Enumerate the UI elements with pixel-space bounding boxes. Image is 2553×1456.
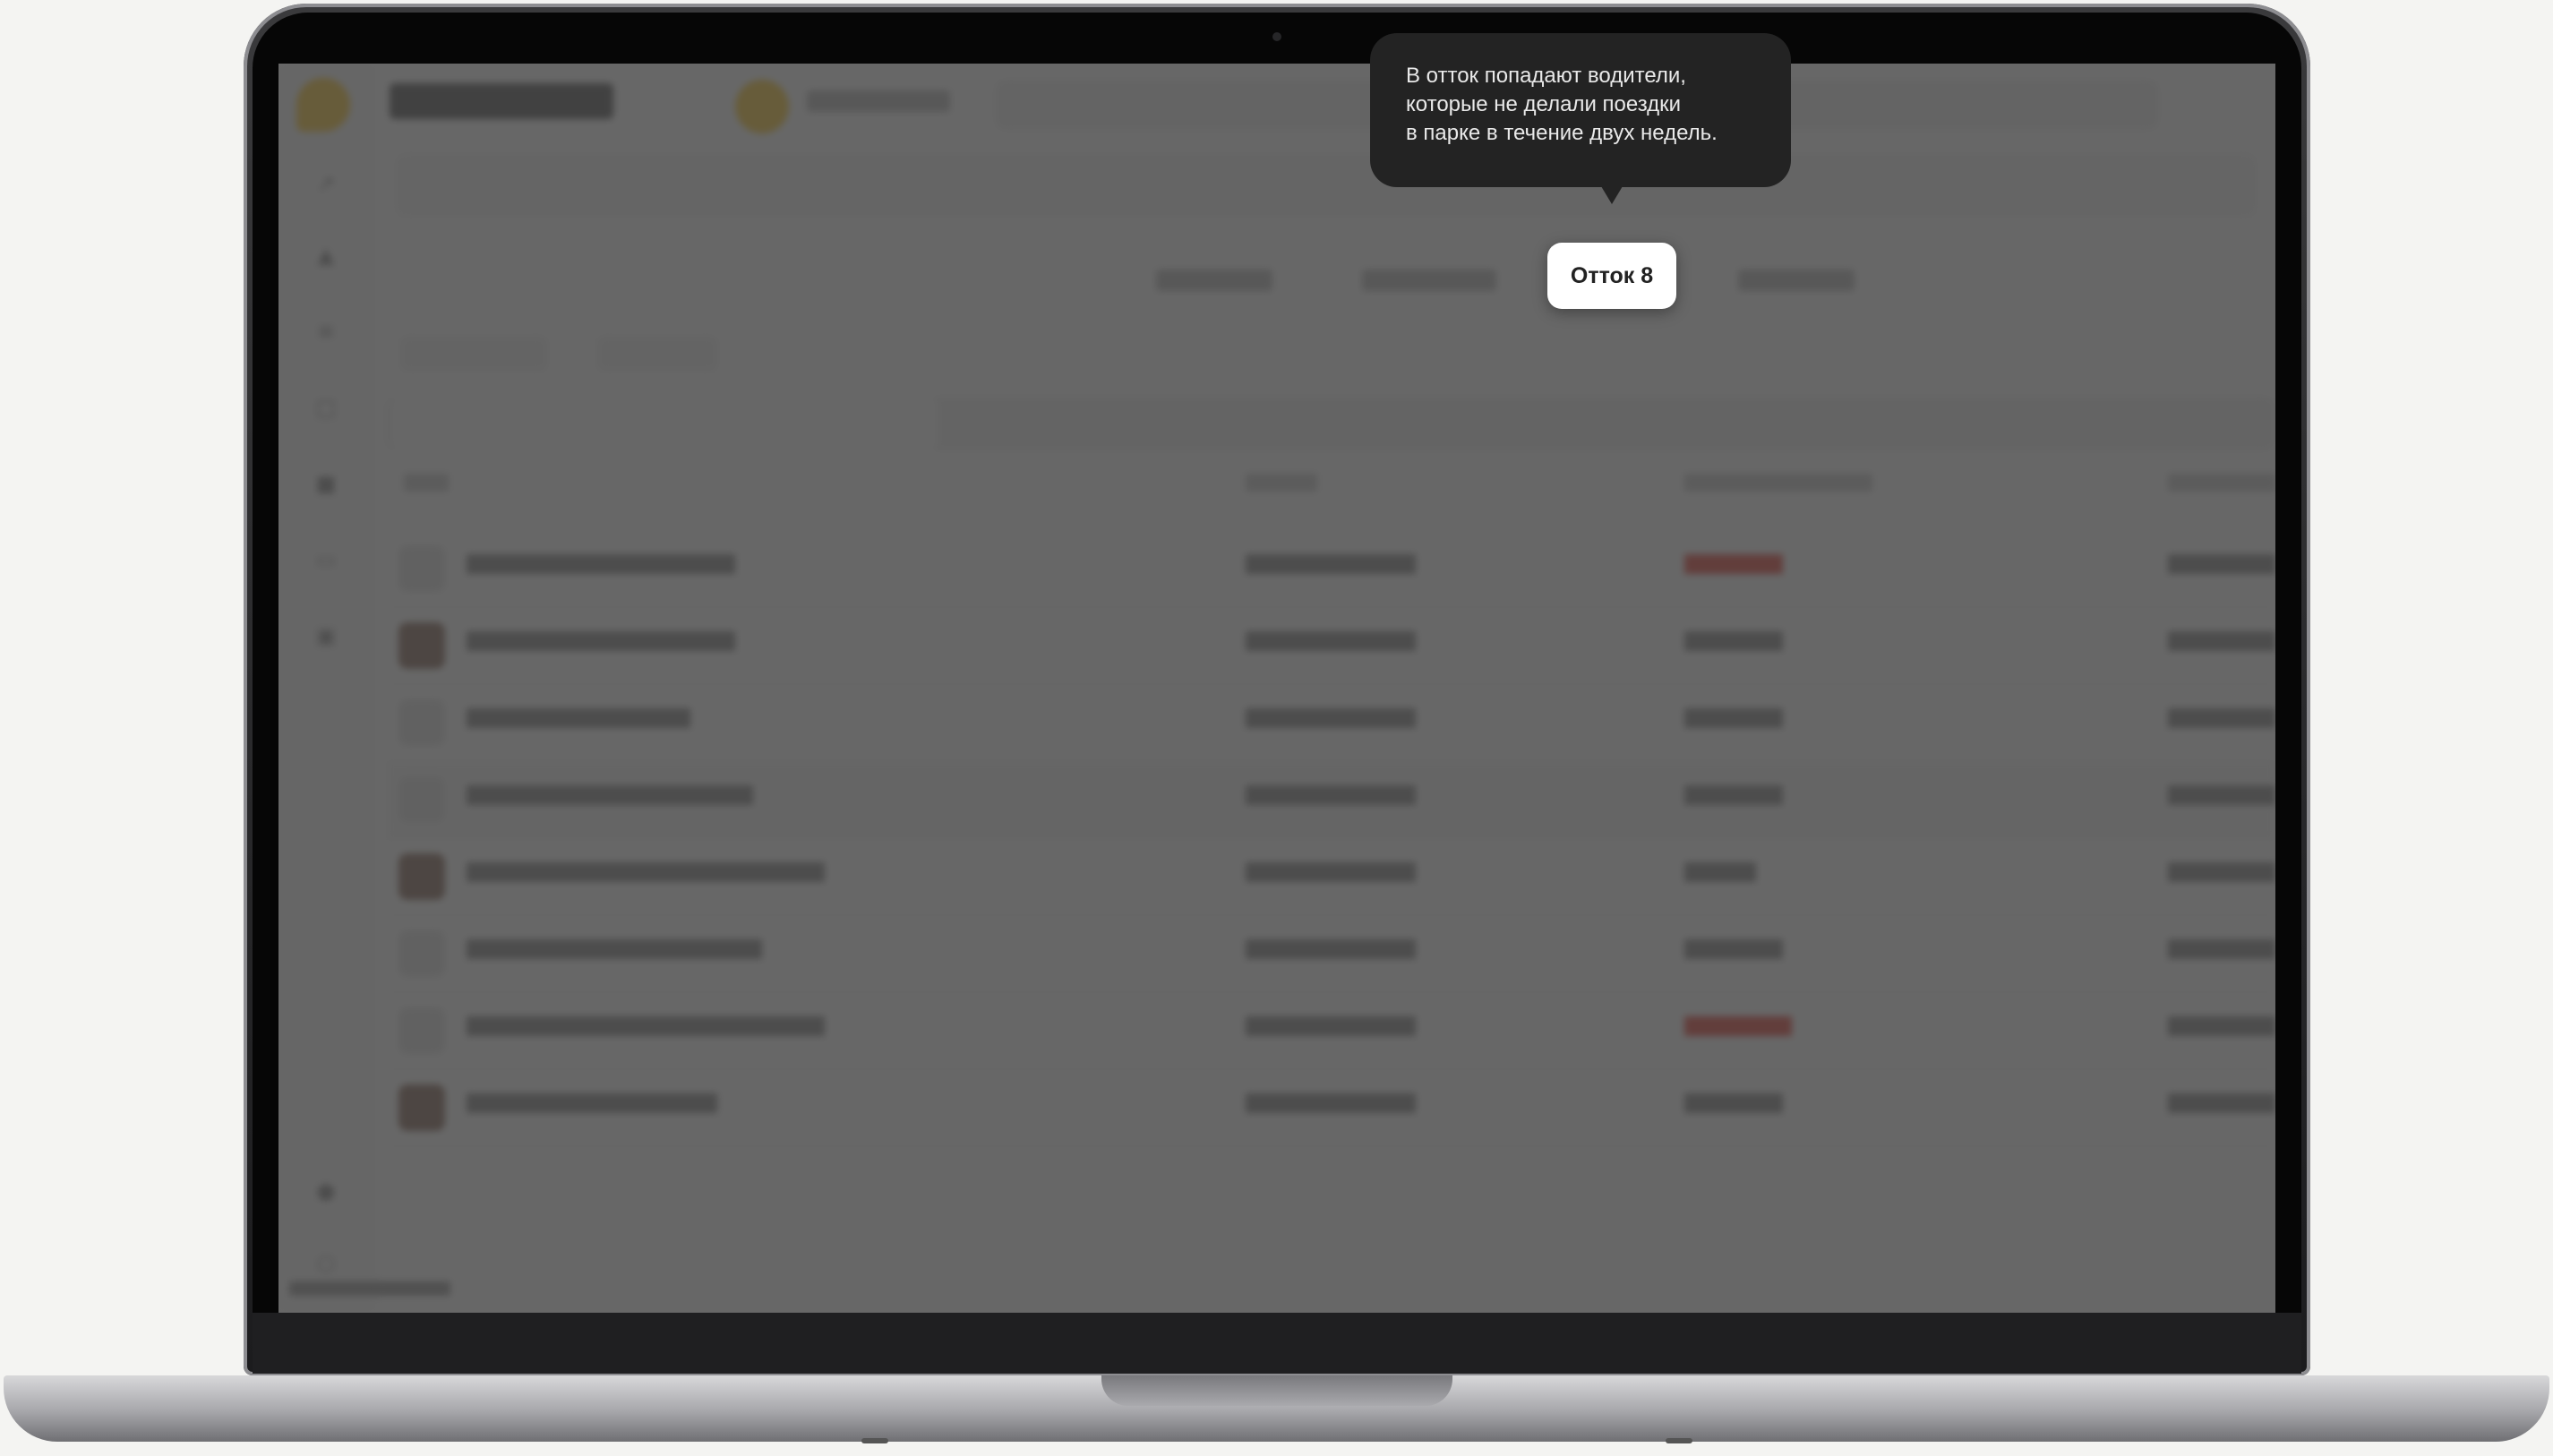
tooltip-line: В отток попадают водители, xyxy=(1406,64,1686,88)
laptop-mockup: ↗ ▲ ≡ □ ■ ▭ ▣ ● ○ xyxy=(0,0,2553,1456)
camera-icon xyxy=(1272,32,1281,41)
laptop-notch xyxy=(1101,1375,1452,1406)
churn-tooltip: В отток попадают водители, которые не де… xyxy=(1370,33,1791,187)
churn-filter-chip[interactable]: Отток 8 xyxy=(1547,243,1676,309)
laptop-screen: ↗ ▲ ≡ □ ■ ▭ ▣ ● ○ xyxy=(278,64,2275,1313)
laptop-chin xyxy=(253,1313,2301,1374)
laptop-foot xyxy=(861,1438,888,1443)
laptop-foot xyxy=(1666,1438,1692,1443)
tooltip-line: в парке в течение двух недель. xyxy=(1406,121,1718,145)
tooltip-arrow xyxy=(1601,186,1623,204)
tooltip-line: которые не делали поездки xyxy=(1406,92,1682,116)
dim-overlay xyxy=(278,64,2275,1313)
